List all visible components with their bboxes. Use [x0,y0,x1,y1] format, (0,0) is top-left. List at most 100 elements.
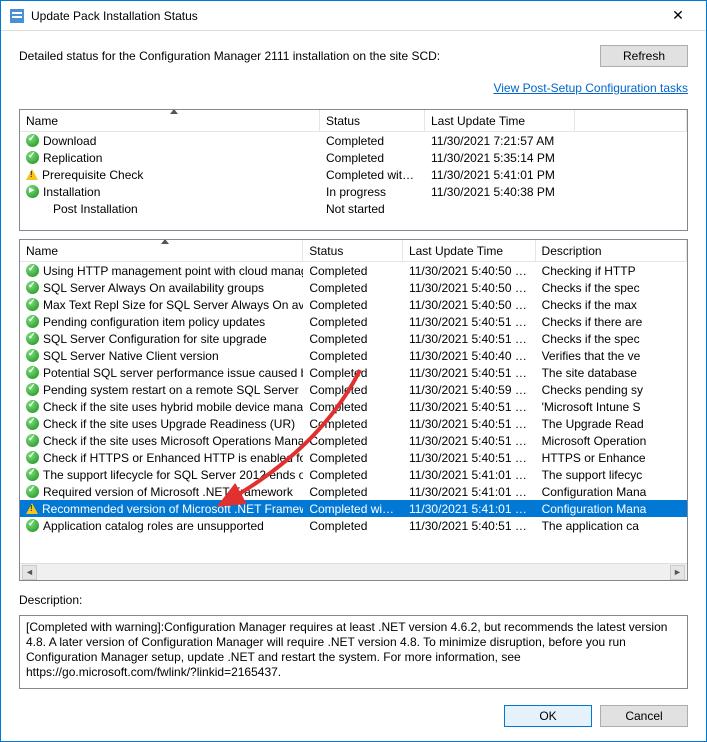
col-time[interactable]: Last Update Time [403,240,536,261]
table-row[interactable]: Recommended version of Microsoft .NET Fr… [20,500,687,517]
close-button[interactable]: ✕ [658,2,698,30]
check-desc: Verifies that the ve [536,349,687,363]
check-icon [26,519,39,532]
table-row[interactable]: Max Text Repl Size for SQL Server Always… [20,296,687,313]
col-name[interactable]: Name [20,110,320,131]
table-row[interactable]: Check if the site uses hybrid mobile dev… [20,398,687,415]
phase-time: 11/30/2021 5:41:01 PM [425,168,575,182]
check-time: 11/30/2021 5:40:50 PM [403,281,536,295]
check-icon [26,366,39,379]
phase-name: Post Installation [53,202,138,216]
check-status: Completed [303,417,403,431]
check-desc: Checks pending sy [536,383,687,397]
cancel-button[interactable]: Cancel [600,705,688,727]
check-name: Recommended version of Microsoft .NET Fr… [42,502,303,516]
check-status: Completed [303,468,403,482]
phases-grid[interactable]: Name Status Last Update Time Download Com… [19,109,688,231]
table-row[interactable]: Check if HTTPS or Enhanced HTTP is enabl… [20,449,687,466]
col-status[interactable]: Status [303,240,403,261]
col-name[interactable]: Name [20,240,303,261]
check-desc: 'Microsoft Intune S [536,400,687,414]
check-name: Using HTTP management point with cloud m… [43,264,303,278]
chevron-up-icon [170,109,178,114]
check-status: Completed [303,400,403,414]
post-setup-link[interactable]: View Post-Setup Configuration tasks [493,81,688,95]
col-status[interactable]: Status [320,110,425,131]
col-blank [575,110,687,131]
check-desc: Checks if the spec [536,332,687,346]
horizontal-scrollbar[interactable]: ◄ ► [20,563,687,580]
check-icon [26,417,39,430]
check-name: Pending system restart on a remote SQL S… [43,383,299,397]
phase-time: 11/30/2021 7:21:57 AM [425,134,575,148]
table-row[interactable]: Required version of Microsoft .NET Frame… [20,483,687,500]
table-row[interactable]: InstallationIn progress11/30/2021 5:40:3… [20,183,687,200]
check-time: 11/30/2021 5:40:51 PM [403,519,536,533]
check-name: Pending configuration item policy update… [43,315,265,329]
chevron-up-icon [161,239,169,244]
check-name: Check if the site uses Microsoft Operati… [43,434,303,448]
checks-grid[interactable]: Name Status Last Update Time Description… [19,239,688,581]
refresh-button[interactable]: Refresh [600,45,688,67]
check-icon [26,151,39,164]
check-status: Completed [303,264,403,278]
check-time: 11/30/2021 5:40:51 PM [403,434,536,448]
table-row[interactable]: Pending system restart on a remote SQL S… [20,381,687,398]
check-desc: Checks if the spec [536,281,687,295]
scroll-left-icon[interactable]: ◄ [22,565,37,580]
table-row[interactable]: Pending configuration item policy update… [20,313,687,330]
check-icon [26,434,39,447]
check-time: 11/30/2021 5:40:51 PM [403,400,536,414]
col-desc[interactable]: Description [536,240,687,261]
check-time: 11/30/2021 5:40:51 PM [403,451,536,465]
table-row[interactable]: Check if the site uses Upgrade Readiness… [20,415,687,432]
check-name: SQL Server Native Client version [43,349,219,363]
checks-header[interactable]: Name Status Last Update Time Description [20,240,687,262]
table-row[interactable]: Using HTTP management point with cloud m… [20,262,687,279]
table-row[interactable]: SQL Server Native Client versionComplete… [20,347,687,364]
ok-button[interactable]: OK [504,705,592,727]
check-name: Check if the site uses Upgrade Readiness… [43,417,295,431]
check-icon [26,332,39,345]
phase-status: Not started [320,202,425,216]
progress-icon [26,185,39,198]
phase-name: Download [43,134,96,148]
phase-status: Completed with ... [320,168,425,182]
table-row[interactable]: Application catalog roles are unsupporte… [20,517,687,534]
phase-name: Prerequisite Check [42,168,143,182]
phase-status: Completed [320,151,425,165]
description-box[interactable]: [Completed with warning]:Configuration M… [19,615,688,689]
table-row[interactable]: The support lifecycle for SQL Server 201… [20,466,687,483]
check-status: Completed [303,519,403,533]
check-time: 11/30/2021 5:41:01 PM [403,468,536,482]
phases-header[interactable]: Name Status Last Update Time [20,110,687,132]
checks-body[interactable]: Using HTTP management point with cloud m… [20,262,687,563]
description-label: Description: [19,593,688,607]
check-time: 11/30/2021 5:41:01 PM [403,485,536,499]
check-status: Completed [303,451,403,465]
check-desc: The application ca [536,519,687,533]
table-row[interactable]: SQL Server Configuration for site upgrad… [20,330,687,347]
detail-text: Detailed status for the Configuration Ma… [19,49,590,63]
table-row[interactable]: Check if the site uses Microsoft Operati… [20,432,687,449]
check-status: Completed [303,298,403,312]
table-row[interactable]: SQL Server Always On availability groups… [20,279,687,296]
check-desc: Checks if the max [536,298,687,312]
check-time: 11/30/2021 5:40:51 PM [403,417,536,431]
check-icon [26,315,39,328]
table-row[interactable]: Potential SQL server performance issue c… [20,364,687,381]
phase-status: Completed [320,134,425,148]
check-name: Potential SQL server performance issue c… [43,366,303,380]
col-time[interactable]: Last Update Time [425,110,575,131]
scroll-right-icon[interactable]: ► [670,565,685,580]
phases-body[interactable]: Download Completed11/30/2021 7:21:57 AMRe… [20,132,687,217]
check-time: 11/30/2021 5:40:50 PM [403,298,536,312]
table-row[interactable]: Post Installation Not started [20,200,687,217]
dialog-window: Update Pack Installation Status ✕ Detail… [0,0,707,742]
dialog-footer: OK Cancel [19,705,688,727]
check-name: The support lifecycle for SQL Server 201… [43,468,303,482]
table-row[interactable]: Prerequisite Check Completed with ...11/3… [20,166,687,183]
table-row[interactable]: ReplicationCompleted11/30/2021 5:35:14 P… [20,149,687,166]
detail-row: Detailed status for the Configuration Ma… [19,45,688,67]
table-row[interactable]: Download Completed11/30/2021 7:21:57 AM [20,132,687,149]
